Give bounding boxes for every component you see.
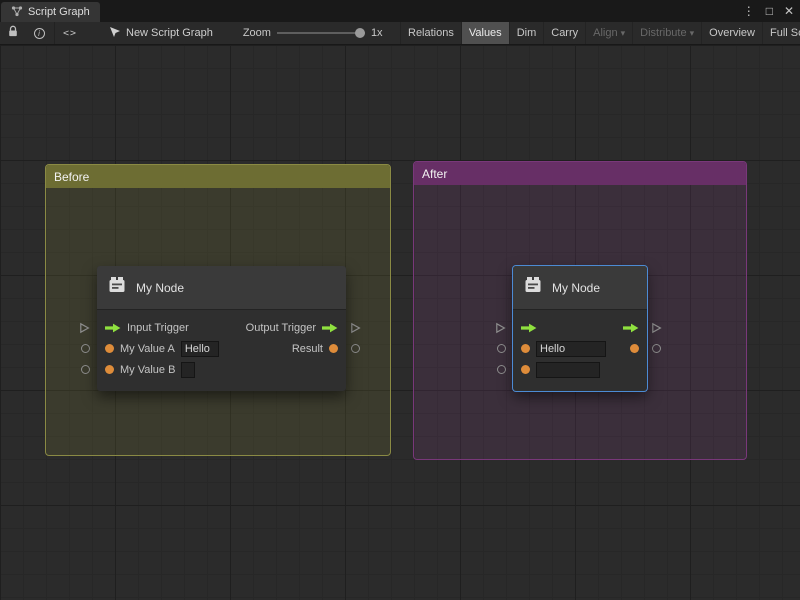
group-after-header[interactable]: After xyxy=(414,162,746,185)
toolbar-toggle-group: Relations Values Dim Carry Align ▾ Distr… xyxy=(400,22,800,44)
group-before-header[interactable]: Before xyxy=(46,165,390,188)
value-b-outer-port[interactable] xyxy=(81,365,90,374)
close-icon[interactable]: ✕ xyxy=(784,4,794,18)
new-script-graph-label: New Script Graph xyxy=(126,27,213,39)
node-row xyxy=(513,359,647,380)
port-label: Output Trigger xyxy=(246,322,316,334)
node-body xyxy=(513,310,647,391)
inspect-button[interactable] xyxy=(26,22,52,44)
port-label: My Value B xyxy=(120,364,175,376)
graph-toolbar: <> New Script Graph Zoom 1x Relations Va… xyxy=(0,22,800,45)
group-title: Before xyxy=(54,170,89,184)
output-trigger-outer-port[interactable] xyxy=(651,321,662,339)
input-trigger-outer-port[interactable] xyxy=(495,321,506,339)
result-outer-port[interactable] xyxy=(652,344,661,353)
value-a-field[interactable] xyxy=(181,341,219,357)
node-header[interactable]: My Node xyxy=(97,266,346,310)
node-header[interactable]: My Node xyxy=(513,266,647,310)
port-label: Input Trigger xyxy=(127,322,189,334)
value-input-port-icon[interactable] xyxy=(521,344,530,353)
node-row: My Value A Result xyxy=(97,338,346,359)
distribute-label: Distribute xyxy=(640,27,686,39)
align-label: Align xyxy=(593,27,617,39)
zoom-value: 1x xyxy=(371,27,383,39)
menu-icon[interactable]: ⋮ xyxy=(743,4,755,18)
value-b-field[interactable] xyxy=(181,362,195,378)
node-row xyxy=(513,338,647,359)
carry-button[interactable]: Carry xyxy=(543,22,585,44)
chevron-down-icon: ▾ xyxy=(690,28,695,39)
node-title: My Node xyxy=(552,281,600,295)
lock-button[interactable] xyxy=(0,22,26,44)
unit-icon xyxy=(107,275,127,300)
dim-button[interactable]: Dim xyxy=(509,22,544,44)
result-outer-port[interactable] xyxy=(351,344,360,353)
value-b-outer-port[interactable] xyxy=(497,365,506,374)
overview-button[interactable]: Overview xyxy=(701,22,762,44)
value-output-port-icon[interactable] xyxy=(329,344,338,353)
zoom-control: Zoom 1x xyxy=(243,22,383,44)
tab-title: Script Graph xyxy=(28,6,90,18)
trigger-input-port-icon[interactable] xyxy=(105,323,121,333)
script-graph-icon xyxy=(11,5,23,20)
value-a-outer-port[interactable] xyxy=(497,344,506,353)
tab-script-graph[interactable]: Script Graph xyxy=(1,2,100,22)
node-title: My Node xyxy=(136,281,184,295)
toolbar-separator xyxy=(54,22,55,44)
unit-icon xyxy=(523,275,543,300)
node-row: Input Trigger Output Trigger xyxy=(97,317,346,338)
info-icon xyxy=(34,28,45,39)
chevron-down-icon: ▾ xyxy=(621,28,626,39)
value-b-field[interactable] xyxy=(536,362,600,378)
new-script-graph-button[interactable]: New Script Graph xyxy=(109,26,213,41)
tab-bar: Script Graph ⋮ □ ✕ xyxy=(0,0,800,22)
full-screen-button[interactable]: Full Screen xyxy=(762,22,800,44)
value-input-port-icon[interactable] xyxy=(105,344,114,353)
values-button[interactable]: Values xyxy=(461,22,509,44)
trigger-input-port-icon[interactable] xyxy=(521,323,537,333)
group-title: After xyxy=(422,167,447,181)
code-icon: <> xyxy=(63,28,77,39)
distribute-dropdown[interactable]: Distribute ▾ xyxy=(632,22,701,44)
node-body: Input Trigger Output Trigger My Value A … xyxy=(97,310,346,391)
zoom-slider[interactable] xyxy=(277,22,365,44)
lock-icon xyxy=(7,25,19,41)
trigger-output-port-icon[interactable] xyxy=(322,323,338,333)
value-input-port-icon[interactable] xyxy=(105,365,114,374)
zoom-label: Zoom xyxy=(243,27,271,39)
value-a-field[interactable] xyxy=(536,341,606,357)
zoom-slider-track[interactable] xyxy=(277,32,365,34)
trigger-output-port-icon[interactable] xyxy=(623,323,639,333)
port-label: Result xyxy=(292,343,323,355)
maximize-icon[interactable]: □ xyxy=(766,4,773,18)
cursor-icon xyxy=(109,26,120,41)
value-output-port-icon[interactable] xyxy=(630,344,639,353)
graph-canvas[interactable]: Before After xyxy=(0,45,800,600)
value-input-port-icon[interactable] xyxy=(521,365,530,374)
node-my-node-after[interactable]: My Node xyxy=(513,266,647,391)
input-trigger-outer-port[interactable] xyxy=(79,321,90,339)
zoom-slider-knob[interactable] xyxy=(355,28,365,38)
edit-code-button[interactable]: <> xyxy=(57,22,83,44)
node-my-node-before[interactable]: My Node Input Trigger Output Trigger xyxy=(97,266,346,391)
node-row xyxy=(513,317,647,338)
node-row: My Value B xyxy=(97,359,346,380)
window-controls: ⋮ □ ✕ xyxy=(743,0,794,22)
value-a-outer-port[interactable] xyxy=(81,344,90,353)
align-dropdown[interactable]: Align ▾ xyxy=(585,22,632,44)
port-label: My Value A xyxy=(120,343,175,355)
output-trigger-outer-port[interactable] xyxy=(350,321,361,339)
relations-button[interactable]: Relations xyxy=(400,22,461,44)
